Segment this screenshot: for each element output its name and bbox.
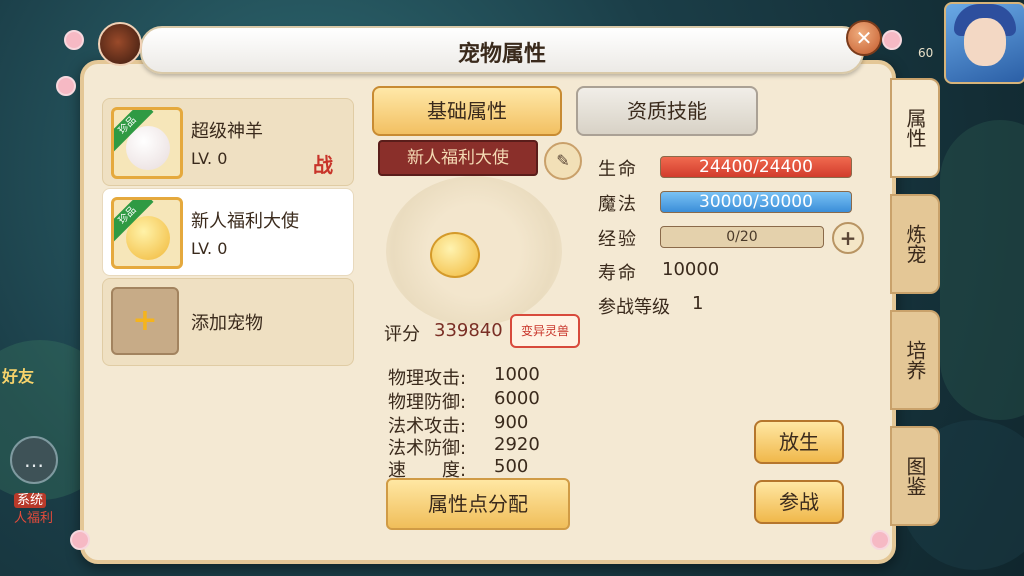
speech-bubble-icon: … — [24, 448, 44, 472]
stat-label: 物理防御: — [388, 392, 467, 413]
pet-list-item-selected[interactable]: 珍品 新人福利大使 LV. 0 — [102, 188, 354, 276]
player-level: 60 — [918, 46, 934, 60]
side-tab-nurture[interactable]: 培养 — [890, 310, 940, 410]
add-pet-item[interactable]: + 添加宠物 — [102, 278, 354, 366]
plus-icon: + — [839, 226, 857, 250]
stat-value: 2920 — [494, 434, 540, 455]
battle-level-label: 参战等级 — [598, 297, 670, 318]
friend-label: 好友 — [2, 367, 35, 386]
close-icon: ✕ — [855, 26, 873, 50]
plus-icon: + — [111, 287, 179, 355]
pet-list-item[interactable]: 珍品 超级神羊 LV. 0 战 — [102, 98, 354, 186]
stat-physical-defense: 物理防御: 6000 — [388, 388, 540, 414]
player-avatar[interactable] — [944, 2, 1024, 84]
mp-bar: 30000/30000 — [660, 191, 852, 213]
hp-bar: 24400/24400 — [660, 156, 852, 178]
chat-button[interactable]: … — [10, 436, 58, 484]
side-tab-refine[interactable]: 炼宠 — [890, 194, 940, 294]
in-battle-mark: 战 — [313, 153, 333, 177]
background-plant — [940, 120, 1024, 420]
pet-name: 超级神羊 — [191, 121, 263, 142]
battle-level-value: 1 — [692, 293, 704, 314]
pencil-icon: ✎ — [556, 151, 570, 170]
stat-value: 6000 — [494, 388, 540, 409]
stat-label: 物理攻击: — [388, 368, 467, 389]
score-label: 评分 — [384, 324, 420, 345]
tab-basic-attributes[interactable]: 基础属性 — [372, 86, 562, 136]
pet-portrait: 珍品 — [111, 197, 183, 269]
lifespan-value: 10000 — [662, 259, 720, 280]
score-value: 339840 — [434, 320, 503, 341]
stat-value: 500 — [494, 456, 529, 477]
friend-button[interactable]: 好友 — [2, 368, 60, 416]
mascot-icon — [98, 22, 142, 66]
mutation-badge: 变异灵兽 — [510, 314, 580, 348]
lifespan-label: 寿命 — [598, 263, 638, 284]
pet-name: 新人福利大使 — [191, 211, 299, 232]
stat-value: 1000 — [494, 364, 540, 385]
allocate-points-button[interactable]: 属性点分配 — [386, 478, 570, 530]
add-pet-label: 添加宠物 — [191, 313, 263, 334]
avatar-face — [964, 18, 1006, 66]
flower-icon — [56, 76, 76, 96]
tab-aptitude-skills[interactable]: 资质技能 — [576, 86, 758, 136]
panel-title-bar: 宠物属性 — [140, 26, 864, 74]
exp-bar: 0/20 — [660, 226, 824, 248]
side-tab-codex[interactable]: 图鉴 — [890, 426, 940, 526]
pet-level: LV. 0 — [191, 239, 228, 258]
stat-value: 900 — [494, 412, 529, 433]
panel-title: 宠物属性 — [457, 42, 546, 67]
system-tag: 系统 — [14, 493, 47, 508]
flower-icon — [64, 30, 84, 50]
close-button[interactable]: ✕ — [846, 20, 882, 56]
add-exp-button[interactable]: + — [832, 222, 864, 254]
stat-physical-attack: 物理攻击: 1000 — [388, 364, 540, 390]
system-message: 系统 人福利 — [14, 492, 53, 528]
mp-label: 魔法 — [598, 194, 638, 215]
pet-portrait: 珍品 — [111, 107, 183, 179]
exp-label: 经验 — [598, 229, 638, 250]
side-tab-attributes[interactable]: 属性 — [890, 78, 940, 178]
hp-label: 生命 — [598, 159, 638, 180]
pet-model[interactable] — [430, 232, 480, 278]
pet-level: LV. 0 — [191, 149, 228, 168]
flower-icon — [882, 30, 902, 50]
flower-icon — [70, 530, 90, 550]
release-button[interactable]: 放生 — [754, 420, 844, 464]
battle-button[interactable]: 参战 — [754, 480, 844, 524]
flower-icon — [870, 530, 890, 550]
system-message-text: 人福利 — [14, 511, 54, 526]
rename-button[interactable]: ✎ — [544, 142, 582, 180]
pet-name-banner: 新人福利大使 — [378, 140, 538, 176]
